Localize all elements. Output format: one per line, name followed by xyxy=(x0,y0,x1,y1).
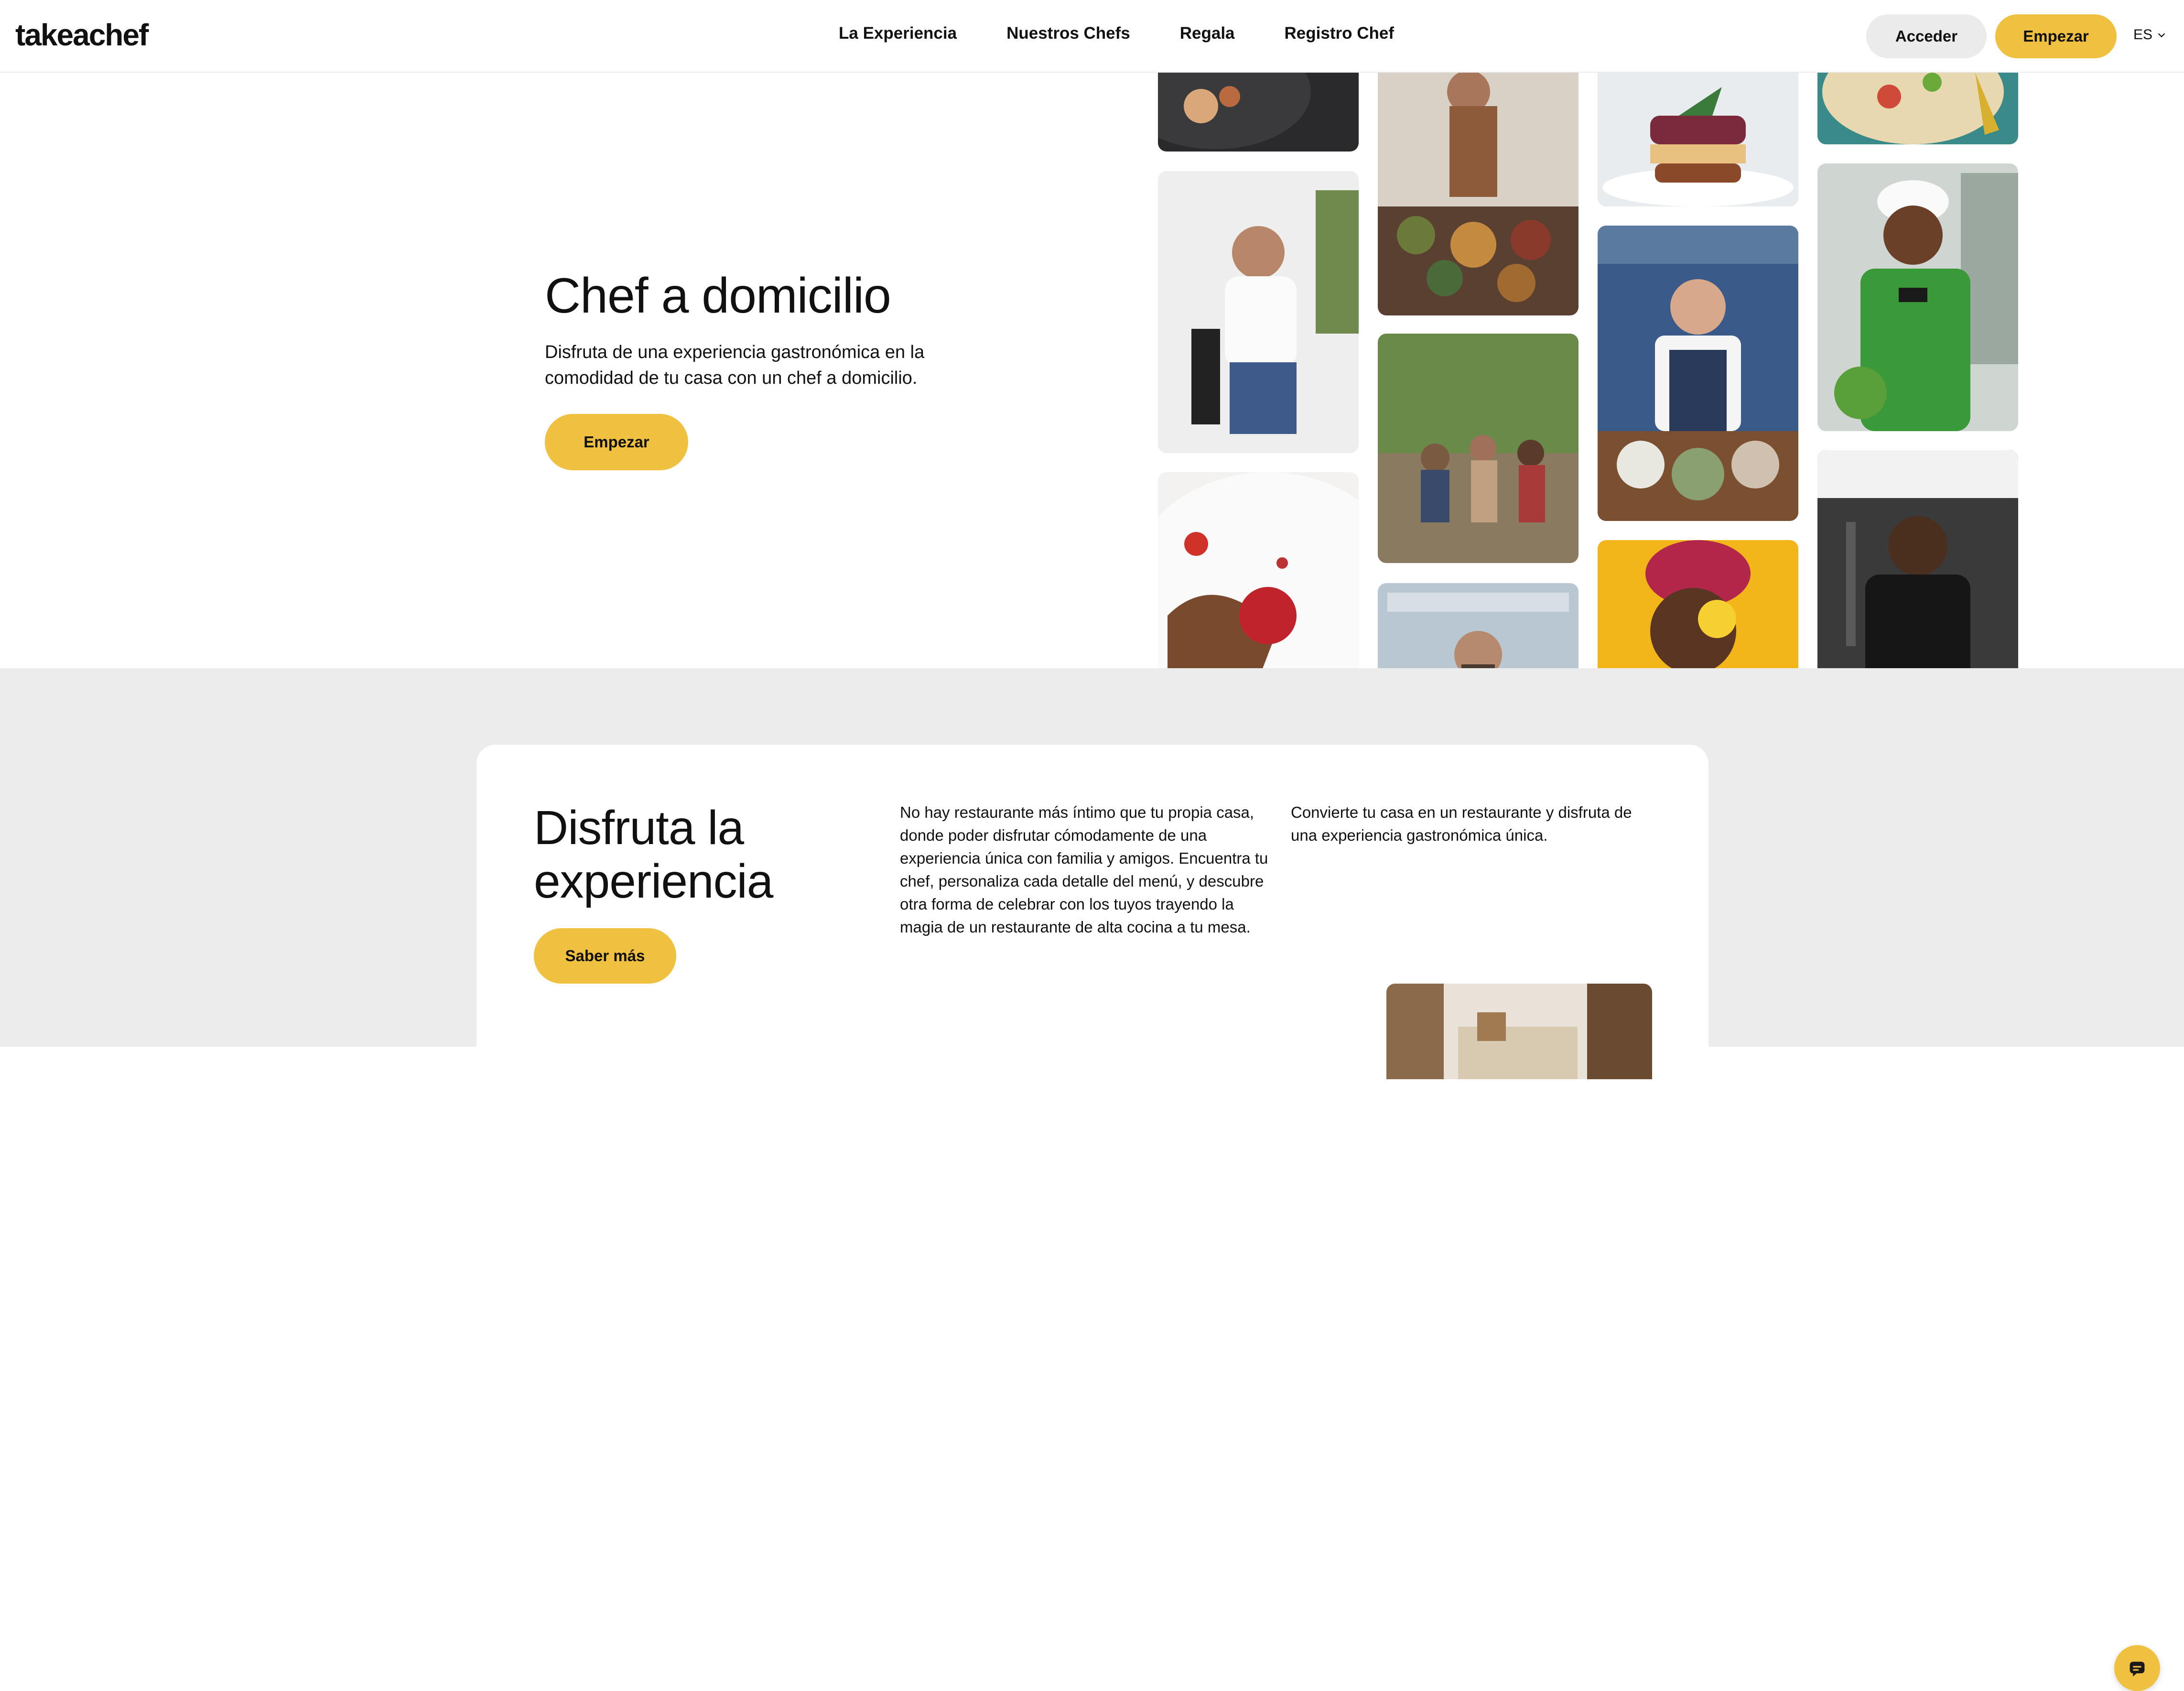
photo-colorful-dish xyxy=(1817,73,2018,144)
chat-icon xyxy=(2130,1661,2145,1677)
photo-chef-portrait-beard xyxy=(1378,583,1579,668)
learn-more-button[interactable]: Saber más xyxy=(534,928,676,984)
experience-paragraph-2: Convierte tu casa en un restaurante y di… xyxy=(1291,803,1632,844)
experience-title: Disfruta la experiencia xyxy=(534,801,773,908)
chevron-down-icon xyxy=(2158,33,2165,38)
experience-paragraph-1: No hay restaurante más íntimo que tu pro… xyxy=(900,803,1268,936)
login-button[interactable]: Acceder xyxy=(1866,14,1987,58)
photo-dark-plate xyxy=(1158,73,1359,152)
photo-chef-serving-table xyxy=(1378,73,1579,315)
hero-section: Chef a domicilio Disfruta de una experie… xyxy=(0,73,2184,668)
experience-section: Disfruta la experiencia Saber más No hay… xyxy=(0,668,2184,1691)
hero-description: Disfruta de una experiencia gastronómica… xyxy=(545,342,925,388)
photo-chef-arms-crossed xyxy=(1598,226,1798,521)
site-header: takeachef La Experiencia Nuestros Chefs … xyxy=(0,0,2184,73)
header-start-button[interactable]: Empezar xyxy=(1995,14,2117,58)
photo-dining-room xyxy=(1386,984,1652,1079)
photo-chef-green-jacket xyxy=(1817,163,2018,431)
language-selector[interactable]: ES xyxy=(2133,27,2167,43)
nav-la-experiencia[interactable]: La Experiencia xyxy=(839,24,957,43)
photo-strawberry-dessert xyxy=(1158,472,1359,668)
photo-friends-garden xyxy=(1378,334,1579,563)
nav-registro-chef[interactable]: Registro Chef xyxy=(1285,24,1394,43)
photo-chef-black-jacket xyxy=(1817,450,2018,668)
photo-woman-lemon xyxy=(1598,540,1798,668)
takeachef-logo[interactable]: takeachef xyxy=(15,17,149,53)
nav-nuestros-chefs[interactable]: Nuestros Chefs xyxy=(1006,24,1130,43)
hero-title: Chef a domicilio xyxy=(545,268,891,324)
nav-regala[interactable]: Regala xyxy=(1180,24,1235,43)
experience-card: Disfruta la experiencia Saber más No hay… xyxy=(476,745,1708,1079)
language-code: ES xyxy=(2133,27,2153,43)
photo-chef-smiling xyxy=(1158,171,1359,453)
photo-burger-stack xyxy=(1598,73,1798,206)
main-nav: La Experiencia Nuestros Chefs Regala Reg… xyxy=(839,24,1394,43)
hero-start-button[interactable]: Empezar xyxy=(545,414,688,470)
chat-button[interactable] xyxy=(2114,1645,2160,1691)
